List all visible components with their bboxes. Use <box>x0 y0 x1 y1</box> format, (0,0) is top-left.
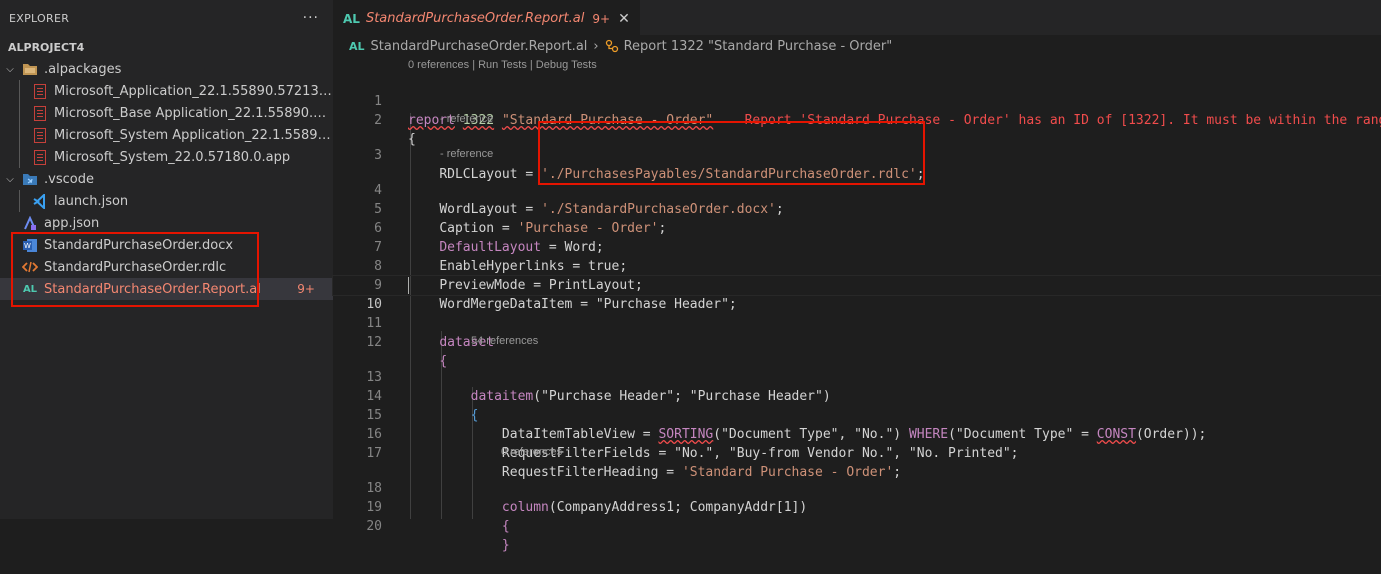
code-line[interactable]: 12 { <box>333 314 1381 369</box>
vscode-json-icon <box>32 193 48 209</box>
editor-tabs: AL StandardPurchaseOrder.Report.al 9+ ✕ <box>333 0 1381 36</box>
code-line[interactable]: 7 EnableHyperlinks = true; <box>333 219 1381 274</box>
indent-guide <box>19 190 20 212</box>
code-editor[interactable]: 0 references | Run Tests | Debug Tests 1… <box>332 57 1381 553</box>
code-line[interactable]: 4 WordLayout = './StandardPurchaseOrder.… <box>333 162 1381 217</box>
tab-label: StandardPurchaseOrder.Report.al <box>365 11 585 26</box>
code-line[interactable]: 11 dataset <box>333 295 1381 350</box>
folder-icon <box>22 61 38 77</box>
breadcrumb-file[interactable]: StandardPurchaseOrder.Report.al <box>371 39 588 54</box>
chevron-right-icon: › <box>593 38 599 54</box>
tree-item-label: .alpackages <box>44 61 122 77</box>
explorer-title: EXPLORER <box>9 11 70 25</box>
tree-item-app-package[interactable]: Microsoft_Base Application_22.1.55890.57… <box>0 102 333 124</box>
codelens[interactable]: - reference <box>333 146 1381 162</box>
app-package-icon <box>32 127 48 143</box>
tab-problems-count: 9+ <box>592 11 611 26</box>
tree-item-alpackages[interactable]: ⌵ .alpackages <box>0 58 333 80</box>
app-package-icon <box>32 83 48 99</box>
code-line[interactable]: 2 { <box>333 92 1381 147</box>
code-line[interactable]: 14 { <box>333 368 1381 423</box>
code-line-current[interactable]: 10 <box>332 275 1381 312</box>
code-line[interactable]: 3 RDLCLayout = './PurchasesPayables/Stan… <box>333 127 1381 182</box>
indent-guide <box>19 80 20 102</box>
tree-item-app-package[interactable]: Microsoft_Application_22.1.55890.57213.a… <box>0 80 333 102</box>
app-package-icon <box>32 149 48 165</box>
chevron-down-icon: ⌵ <box>6 63 14 75</box>
tree-item-app-json[interactable]: app.json <box>0 212 333 234</box>
problems-badge: 9+ <box>297 282 315 296</box>
code-line[interactable]: 20 } <box>333 498 1381 553</box>
code-line[interactable]: 6 DefaultLayout = Word; <box>333 200 1381 255</box>
tree-item-report-al[interactable]: AL StandardPurchaseOrder.Report.al 9+ <box>0 278 333 300</box>
tree-item-launch-json[interactable]: launch.json <box>0 190 333 212</box>
tree-item-label: app.json <box>44 215 100 231</box>
indent-guide <box>19 146 20 168</box>
vscode-folder-icon <box>22 171 38 187</box>
chevron-down-icon: ⌵ <box>6 173 14 185</box>
codelens[interactable]: - reference <box>333 111 1381 127</box>
more-actions-icon[interactable]: ··· <box>303 10 319 26</box>
symbol-icon <box>605 39 619 53</box>
code-line[interactable]: 17 RequestFilterHeading = 'Standard Purc… <box>333 425 1381 480</box>
svg-text:W: W <box>24 242 31 250</box>
al-icon: AL <box>343 11 360 26</box>
codelens[interactable]: 54 references <box>333 333 1381 349</box>
al-icon: AL <box>22 283 38 295</box>
tree-item-label: launch.json <box>54 193 129 209</box>
tree-item-app-package[interactable]: Microsoft_System_22.0.57180.0.app <box>0 146 333 168</box>
explorer-header: EXPLORER ··· <box>0 0 333 36</box>
project-name: ALPROJECT4 <box>8 40 85 54</box>
tree-item-label: Microsoft_Base Application_22.1.55890.57… <box>54 105 333 121</box>
tree-item-label: StandardPurchaseOrder.docx <box>44 237 234 253</box>
codelens[interactable]: 0 references <box>333 444 1381 460</box>
tree-item-vscode[interactable]: ⌵ .vscode <box>0 168 333 190</box>
json-icon <box>22 215 38 231</box>
code-line[interactable]: 16 RequestFilterFields = "No.", "Buy-fro… <box>333 406 1381 461</box>
code-line[interactable]: 13 dataitem("Purchase Header"; "Purchase… <box>333 349 1381 404</box>
tree-item-label: .vscode <box>44 171 94 187</box>
tree-item-rdlc[interactable]: StandardPurchaseOrder.rdlc <box>0 256 333 278</box>
code-line[interactable]: 9 WordMergeDataItem = "Purchase Header"; <box>333 257 1381 312</box>
code-line[interactable]: 1 report 1322 "Standard Purchase - Order… <box>333 73 1381 128</box>
editor-pane: AL StandardPurchaseOrder.Report.al 9+ ✕ … <box>332 0 1381 553</box>
breadcrumb-symbol[interactable]: Report 1322 "Standard Purchase - Order" <box>624 39 893 54</box>
codelens[interactable]: 0 references | Run Tests | Debug Tests <box>333 57 1381 73</box>
tab-report-al[interactable]: AL StandardPurchaseOrder.Report.al 9+ ✕ <box>333 0 640 36</box>
code-line[interactable]: 15 DataItemTableView = SORTING("Document… <box>333 387 1381 442</box>
tree-item-docx[interactable]: W StandardPurchaseOrder.docx <box>0 234 333 256</box>
project-root[interactable]: ALPROJECT4 <box>0 36 333 58</box>
xml-icon <box>22 259 38 275</box>
explorer-sidebar: EXPLORER ··· ALPROJECT4 ⌵ .alpackages Mi… <box>0 0 333 519</box>
app-package-icon <box>32 105 48 121</box>
code-line[interactable]: 19 { <box>333 479 1381 534</box>
indent-guide <box>19 102 20 124</box>
indent-guide <box>19 124 20 146</box>
tree-item-label: Microsoft_System Application_22.1.55890.… <box>54 127 333 143</box>
code-line[interactable]: 8 PreviewMode = PrintLayout; <box>333 238 1381 293</box>
tree-item-label: Microsoft_System_22.0.57180.0.app <box>54 149 291 165</box>
tree-item-label: Microsoft_Application_22.1.55890.57213.a… <box>54 83 333 99</box>
tree-item-label: StandardPurchaseOrder.Report.al <box>44 281 261 297</box>
breadcrumb: AL StandardPurchaseOrder.Report.al › Rep… <box>333 35 1381 57</box>
word-icon: W <box>22 237 38 253</box>
close-icon[interactable]: ✕ <box>618 11 630 27</box>
tree-item-app-package[interactable]: Microsoft_System Application_22.1.55890.… <box>0 124 333 146</box>
al-icon: AL <box>349 39 365 53</box>
code-line[interactable]: 5 Caption = 'Purchase - Order'; <box>333 181 1381 236</box>
code-line[interactable]: 18 column(CompanyAddress1; CompanyAddr[1… <box>333 460 1381 515</box>
tree-item-label: StandardPurchaseOrder.rdlc <box>44 259 227 275</box>
